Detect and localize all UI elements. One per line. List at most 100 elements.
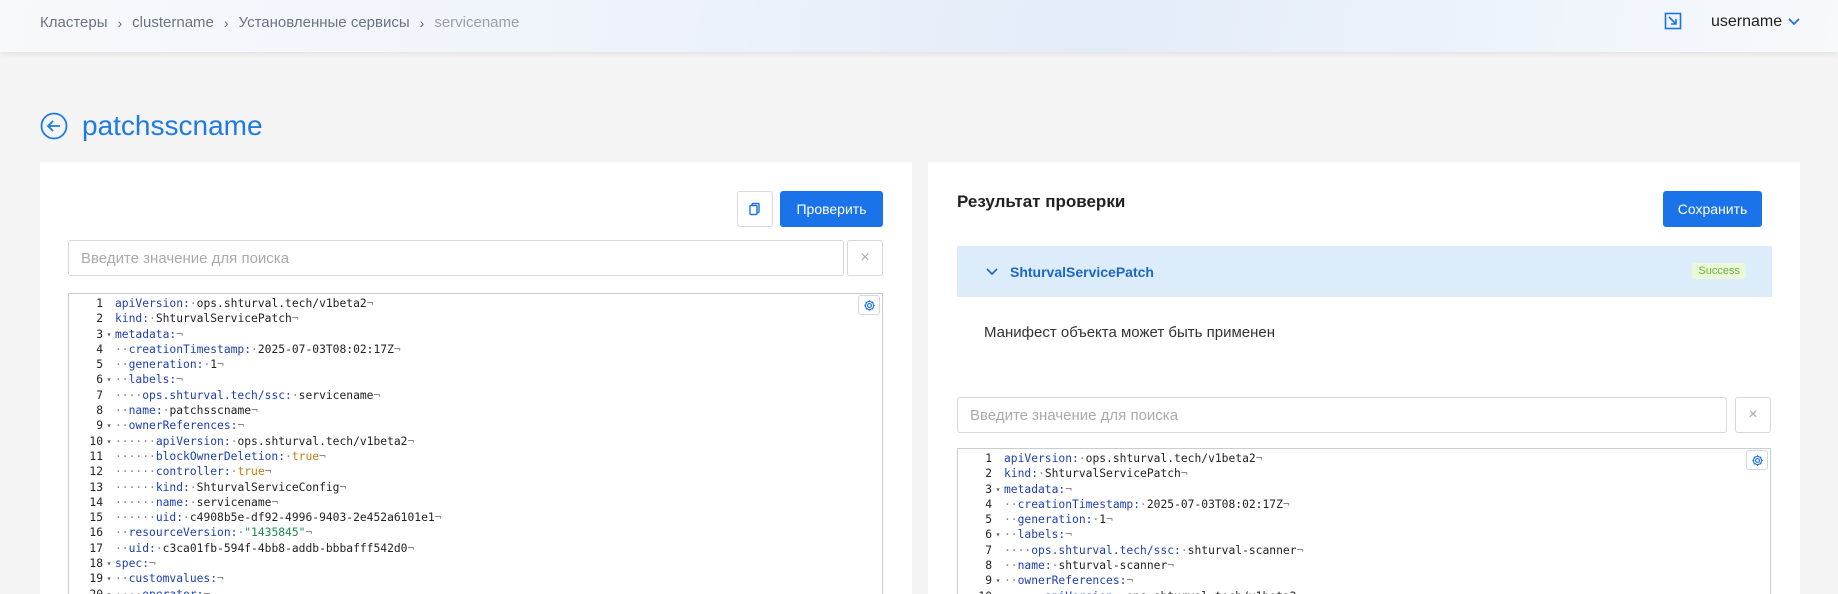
fold-gutter [992, 497, 1004, 512]
code-line[interactable]: 4 ··creationTimestamp:·2025-07-03T08:02:1… [69, 342, 882, 357]
result-editor-settings-button[interactable] [1746, 450, 1768, 470]
fold-gutter [103, 357, 115, 372]
code-line[interactable]: 5 ··generation:·1¬ [958, 512, 1770, 527]
code-text: ······apiVersion:·ops.shturval.tech/v1be… [115, 434, 415, 448]
code-editor[interactable]: 1 apiVersion:·ops.shturval.tech/v1beta2¬ 2… [68, 293, 883, 594]
breadcrumb-service: servicename [434, 14, 520, 31]
line-number: 16 [89, 526, 103, 540]
code-line[interactable]: 20▾····operator:¬ [69, 587, 882, 594]
fold-gutter [103, 510, 115, 525]
editor-settings-button[interactable] [858, 295, 880, 315]
code-text: ··uid:·c3ca01fb-594f-4bb8-addb-bbbafff54… [115, 541, 415, 555]
code-line[interactable]: 18 ▾ spec:¬ [69, 556, 882, 571]
code-line[interactable]: 2 kind:·ShturvalServicePatch¬ [69, 311, 882, 326]
fold-toggle-icon[interactable]: ▾ [103, 372, 115, 387]
code-line[interactable]: 9 ▾ ··ownerReferences:¬ [69, 418, 882, 433]
result-message: Манифест объекта может быть применен [984, 324, 1276, 341]
save-button[interactable]: Сохранить [1663, 191, 1762, 227]
code-line[interactable]: 16 ··resourceVersion:·"1435845"¬ [69, 525, 882, 540]
breadcrumb-installed-services[interactable]: Установленные сервисы [239, 14, 410, 31]
arrow-left-circle-icon[interactable] [40, 112, 68, 140]
code-text: ····ops.shturval.tech/ssc:·shturval-scan… [1004, 543, 1304, 557]
code-line[interactable]: 10▾······apiVersion:·ops.shturval.tech/v… [958, 589, 1770, 594]
code-line[interactable]: 17 ··uid:·c3ca01fb-594f-4bb8-addb-bbbafff… [69, 541, 882, 556]
fold-toggle-icon[interactable]: ▾ [992, 527, 1004, 542]
code-line[interactable]: 8 ··name:·shturval-scanner¬ [958, 558, 1770, 573]
line-number: 8 [96, 404, 103, 418]
code-text: ······blockOwnerDeletion:·true¬ [115, 449, 326, 463]
fold-gutter [103, 296, 115, 311]
result-search-input[interactable]: Введите значение для поиска [957, 397, 1727, 433]
clear-search-button[interactable]: × [847, 240, 883, 276]
line-number: 10 [89, 434, 103, 448]
code-text: apiVersion:·ops.shturval.tech/v1beta2¬ [115, 297, 374, 310]
page-title: patchsscname [82, 110, 263, 141]
check-button[interactable]: Проверить [780, 191, 883, 227]
code-line[interactable]: 2 kind:·ShturvalServicePatch¬ [958, 466, 1770, 481]
top-bar: Кластеры › clustername › Установленные с… [0, 0, 1838, 52]
result-code-editor[interactable]: 1 apiVersion:·ops.shturval.tech/v1beta2¬ 2… [957, 448, 1771, 594]
breadcrumb-clusters[interactable]: Кластеры [40, 14, 108, 31]
fold-gutter [103, 541, 115, 556]
code-line[interactable]: 19 ▾ ··customvalues:¬ [69, 571, 882, 586]
code-line[interactable]: 8 ··name:·patchsscname¬ [69, 403, 882, 418]
code-line[interactable]: 6 ▾ ··labels:¬ [958, 527, 1770, 542]
code-line[interactable]: 3 ▾ metadata:¬ [958, 482, 1770, 497]
code-line[interactable]: 14 ······name:·servicename¬ [69, 495, 882, 510]
line-number: 19 [89, 572, 103, 586]
code-text: ··generation:·1¬ [1004, 513, 1113, 527]
fold-toggle-icon[interactable]: ▾ [992, 589, 1004, 594]
fold-toggle-icon[interactable]: ▾ [103, 434, 115, 449]
chevron-right-icon: › [223, 14, 229, 31]
line-number: 14 [89, 495, 103, 509]
line-number: 12 [89, 465, 103, 479]
line-number: 8 [985, 559, 992, 573]
code-line[interactable]: 13 ······kind:·ShturvalServiceConfig¬ [69, 480, 882, 495]
fold-toggle-icon[interactable]: ▾ [103, 571, 115, 586]
code-line[interactable]: 9 ▾ ··ownerReferences:¬ [958, 573, 1770, 588]
code-text: spec:¬ [115, 557, 156, 571]
line-number: 1 [985, 452, 992, 465]
code-line[interactable]: 10▾······apiVersion:·ops.shturval.tech/v… [69, 434, 882, 449]
code-line[interactable]: 5 ··generation:·1¬ [69, 357, 882, 372]
fold-toggle-icon[interactable]: ▾ [103, 556, 115, 571]
line-number: 2 [96, 312, 103, 326]
code-line[interactable]: 7 ····ops.shturval.tech/ssc:·servicename¬ [69, 388, 882, 403]
result-accordion[interactable]: ShturvalServicePatch Success [957, 246, 1772, 297]
code-line[interactable]: 7 ····ops.shturval.tech/ssc:·shturval-sca… [958, 543, 1770, 558]
search-input[interactable]: Введите значение для поиска [68, 240, 844, 276]
code-text: metadata:¬ [115, 327, 184, 341]
fold-toggle-icon[interactable]: ▾ [103, 418, 115, 433]
copy-button[interactable] [737, 191, 773, 227]
code-text: ······controller:·true¬ [115, 465, 272, 479]
code-line[interactable]: 6 ▾ ··labels:¬ [69, 372, 882, 387]
code-text: apiVersion:·ops.shturval.tech/v1beta2¬ [1004, 452, 1263, 465]
chevron-right-icon: › [117, 14, 123, 31]
code-line[interactable]: 1 apiVersion:·ops.shturval.tech/v1beta2¬ [958, 451, 1770, 466]
fold-gutter [103, 495, 115, 510]
user-menu[interactable]: username [1711, 13, 1800, 31]
code-line[interactable]: 1 apiVersion:·ops.shturval.tech/v1beta2¬ [69, 296, 882, 311]
line-number: 7 [985, 543, 992, 557]
code-text: ······name:·servicename¬ [115, 495, 279, 509]
line-number: 1 [96, 297, 103, 310]
code-line[interactable]: 3 ▾ metadata:¬ [69, 327, 882, 342]
line-number: 7 [96, 388, 103, 402]
code-text: ··generation:·1¬ [115, 358, 224, 372]
result-code-lines: 1 apiVersion:·ops.shturval.tech/v1beta2¬ 2… [958, 449, 1770, 594]
breadcrumb-cluster[interactable]: clustername [132, 14, 214, 31]
external-link-icon[interactable] [1664, 12, 1682, 30]
fold-toggle-icon[interactable]: ▾ [103, 587, 115, 594]
code-text: kind:·ShturvalServicePatch¬ [115, 312, 299, 326]
code-line[interactable]: 15 ······uid:·c4908b5e-df92-4996-9403-2e4… [69, 510, 882, 525]
fold-toggle-icon[interactable]: ▾ [992, 482, 1004, 497]
code-line[interactable]: 12 ······controller:·true¬ [69, 464, 882, 479]
code-line[interactable]: 4 ··creationTimestamp:·2025-07-03T08:02:1… [958, 497, 1770, 512]
line-number: 9 [985, 574, 992, 588]
fold-toggle-icon[interactable]: ▾ [103, 327, 115, 342]
line-number: 3 [985, 482, 992, 496]
result-clear-search-button[interactable]: × [1735, 397, 1771, 433]
fold-toggle-icon[interactable]: ▾ [992, 573, 1004, 588]
username: username [1711, 13, 1783, 30]
code-line[interactable]: 11 ······blockOwnerDeletion:·true¬ [69, 449, 882, 464]
